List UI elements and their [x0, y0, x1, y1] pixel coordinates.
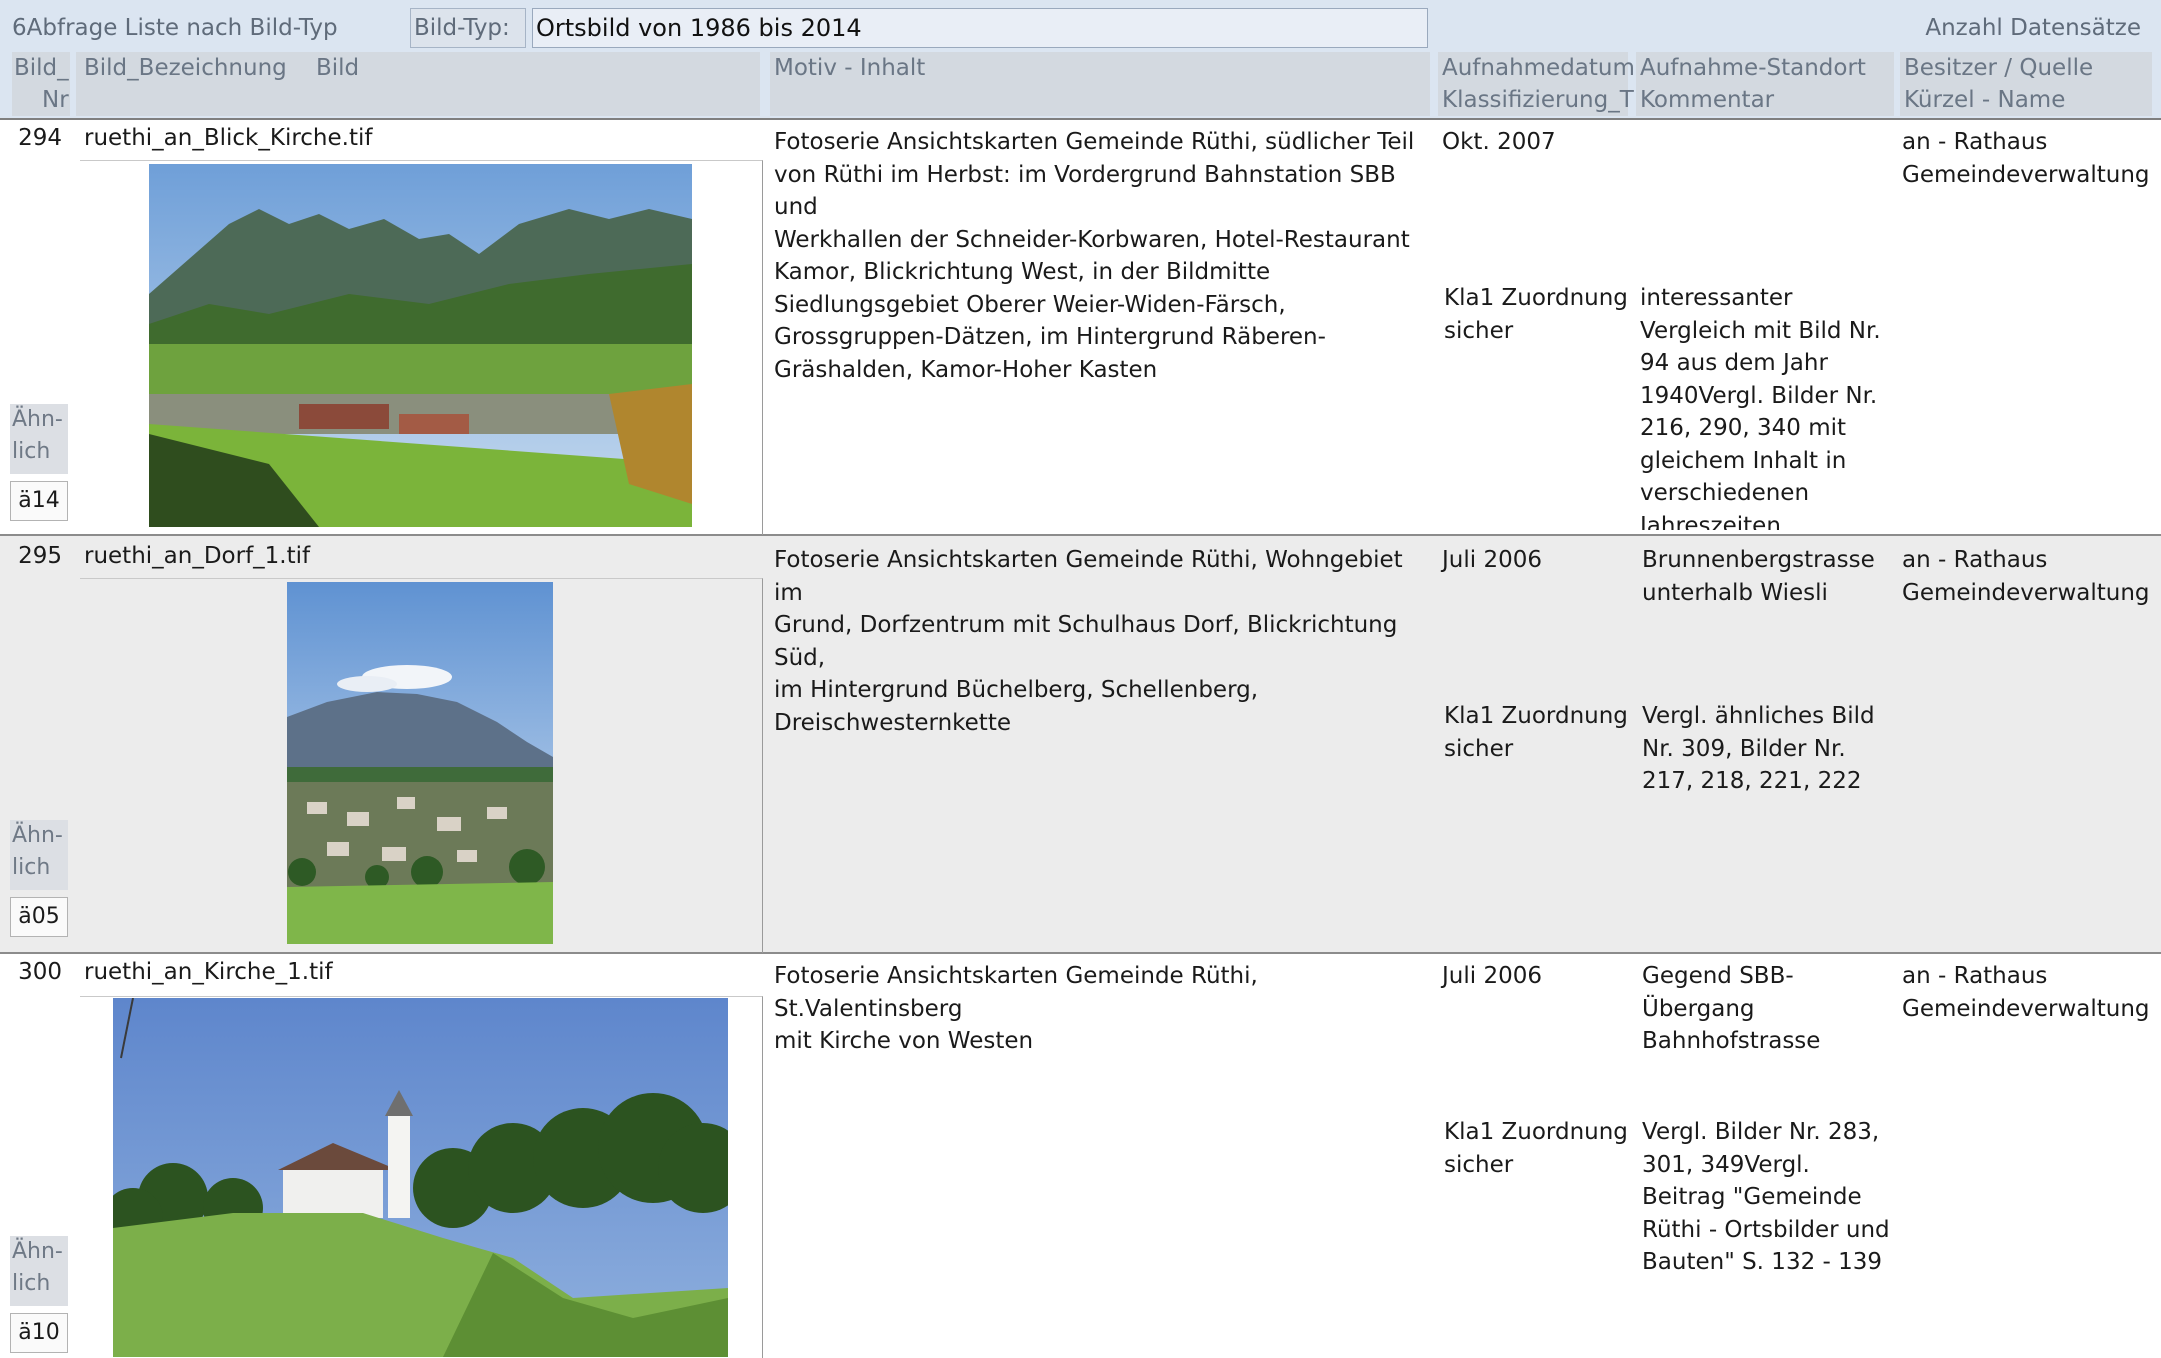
type-filter-field[interactable]: Ortsbild von 1986 bis 2014	[532, 8, 1428, 48]
besitzer-quelle: an - Rathaus Gemeindeverwaltung	[1902, 129, 2150, 188]
table-row[interactable]: 294 ruethi_an_Blick_Kirche.tif Fotoserie…	[0, 118, 2161, 536]
col-header-besitzer: Besitzer / Quelle Kürzel - Name	[1900, 52, 2152, 116]
aehnlich-label: Ähn- lich	[10, 1236, 68, 1306]
kommentar-clip: interessanter Vergleich mit Bild Nr. 94 …	[1640, 282, 1900, 530]
type-label-box: Bild-Typ:	[410, 8, 526, 48]
aufnahme-standort: Brunnenbergstrasse unterhalb Wiesli	[1642, 547, 1875, 606]
table-row[interactable]: 300 ruethi_an_Kirche_1.tif Fotoserie Ans…	[0, 954, 2161, 1358]
photo-church-hill[interactable]	[113, 998, 728, 1357]
type-label: Bild-Typ:	[414, 15, 510, 41]
motiv-text: Fotoserie Ansichtskarten Gemeinde Rüthi,…	[774, 963, 1258, 1054]
record-count-label: Anzahl Datensätze	[1925, 15, 2141, 41]
aufnahmedatum: Juli 2006	[1442, 547, 1542, 573]
col-bild: Bild	[316, 55, 360, 81]
kommentar: Vergl. ähnliches Bild Nr. 309, Bilder Nr…	[1642, 703, 1875, 794]
col-datum-line1: Aufnahmedatum	[1442, 55, 1635, 81]
aehnlich-code-field[interactable]: ä10	[10, 1313, 68, 1353]
klassifizierung: Kla1 Zuordnung sicher	[1444, 1119, 1628, 1178]
col-nr-line1: Bild_	[14, 55, 69, 81]
col-datum-line2: Klassifizierung_T	[1442, 87, 1634, 113]
col-header-motiv: Motiv - Inhalt	[770, 52, 1430, 116]
col-motiv: Motiv - Inhalt	[774, 55, 926, 81]
klassifizierung: Kla1 Zuordnung sicher	[1444, 703, 1628, 762]
col-header-datum: Aufnahmedatum Klassifizierung_T	[1438, 52, 1635, 116]
col-standort-line2: Kommentar	[1640, 87, 1775, 113]
col-besitzer-line1: Besitzer / Quelle	[1904, 55, 2094, 81]
kommentar: interessanter Vergleich mit Bild Nr. 94 …	[1640, 285, 1881, 530]
record-filename: ruethi_an_Blick_Kirche.tif	[84, 125, 373, 151]
motiv-text: Fotoserie Ansichtskarten Gemeinde Rüthi,…	[774, 129, 1415, 383]
besitzer-quelle: an - Rathaus Gemeindeverwaltung	[1902, 547, 2150, 606]
record-number: 300	[18, 959, 62, 985]
col-nr-line2: Nr	[42, 87, 69, 113]
photo-landscape-autumn[interactable]	[149, 164, 692, 527]
col-header-nr: Bild_ Nr	[12, 52, 70, 116]
aufnahme-standort: Gegend SBB- Übergang Bahnhofstrasse	[1642, 963, 1821, 1054]
col-bezeichnung: Bild_Bezeichnung	[84, 55, 287, 81]
col-header-bezeichnung: Bild_Bezeichnung Bild	[76, 52, 760, 116]
motiv-text: Fotoserie Ansichtskarten Gemeinde Rüthi,…	[774, 547, 1403, 736]
record-number: 295	[18, 543, 62, 569]
aehnlich-label: Ähn- lich	[10, 820, 68, 890]
record-filename: ruethi_an_Kirche_1.tif	[84, 959, 333, 985]
col-besitzer-line2: Kürzel - Name	[1904, 87, 2066, 113]
col-standort-line1: Aufnahme-Standort	[1640, 55, 1866, 81]
kommentar: Vergl. Bilder Nr. 283, 301, 349Vergl. Be…	[1642, 1119, 1890, 1275]
besitzer-quelle: an - Rathaus Gemeindeverwaltung	[1902, 963, 2150, 1022]
table-row[interactable]: 295 ruethi_an_Dorf_1.tif Fotoserie Ansic…	[0, 536, 2161, 954]
record-number: 294	[18, 125, 62, 151]
klassifizierung: Kla1 Zuordnung sicher	[1444, 285, 1628, 344]
record-filename: ruethi_an_Dorf_1.tif	[84, 543, 311, 569]
aehnlich-code-field[interactable]: ä05	[10, 897, 68, 937]
aehnlich-code-field[interactable]: ä14	[10, 481, 68, 521]
aufnahmedatum: Okt. 2007	[1442, 129, 1556, 155]
aufnahmedatum: Juli 2006	[1442, 963, 1542, 989]
report-header: 6Abfrage Liste nach Bild-Typ Bild-Typ: O…	[0, 0, 2161, 120]
photo-village-portrait[interactable]	[287, 582, 553, 944]
query-title: 6Abfrage Liste nach Bild-Typ	[12, 15, 338, 41]
aehnlich-label: Ähn- lich	[10, 404, 68, 474]
col-header-standort: Aufnahme-Standort Kommentar	[1636, 52, 1894, 116]
